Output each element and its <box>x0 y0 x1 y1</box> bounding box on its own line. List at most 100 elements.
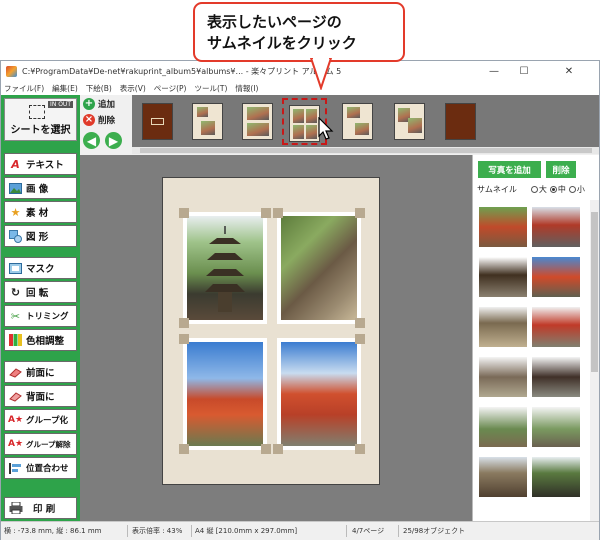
close-button[interactable]: ✕ <box>539 61 599 81</box>
page-thumbnail-strip <box>132 95 599 147</box>
menu-page[interactable]: ページ(P) <box>154 83 187 94</box>
page-thumbnail[interactable] <box>394 103 425 140</box>
page-thumbnail[interactable] <box>242 103 273 140</box>
ungroup-button[interactable]: A★ グループ解除 <box>4 433 77 455</box>
photo-thumbnail[interactable] <box>532 407 580 447</box>
page-thumbnail[interactable] <box>192 103 223 140</box>
star-icon: ★ <box>10 205 21 219</box>
photo-thumbnail[interactable] <box>532 357 580 397</box>
page-thumbnail[interactable] <box>142 103 173 140</box>
photo-frame[interactable] <box>183 338 267 450</box>
mask-tool-button[interactable]: マスク <box>4 257 77 279</box>
photo-thumbnail[interactable] <box>532 257 580 297</box>
app-icon <box>6 65 17 77</box>
status-separator <box>191 525 192 537</box>
size-medium-radio[interactable] <box>549 185 557 193</box>
maximize-button[interactable]: ☐ <box>509 61 539 81</box>
print-button[interactable]: 印 刷 <box>4 497 77 519</box>
photo-corner-decoration <box>355 318 365 328</box>
photo-thumbnail[interactable] <box>479 307 527 347</box>
menu-edit[interactable]: 編集(E) <box>52 83 78 94</box>
prev-page-button[interactable]: ◀ <box>83 132 100 149</box>
photo-panel-scrollbar-thumb[interactable] <box>591 212 598 372</box>
shape-tool-label: 図 形 <box>26 232 49 243</box>
menu-background[interactable]: 下絵(B) <box>86 83 112 94</box>
menu-view[interactable]: 表示(V) <box>120 83 146 94</box>
photo-thumbnail[interactable] <box>479 457 527 497</box>
photo-corner-decoration <box>179 334 189 344</box>
image-tool-button[interactable]: 画 像 <box>4 177 77 199</box>
sheet-select-button[interactable]: IN OUT シートを選択 <box>4 98 77 141</box>
photo-thumbnail[interactable] <box>479 407 527 447</box>
text-tool-button[interactable]: A テキスト <box>4 153 77 175</box>
photo-thumbnail[interactable] <box>532 207 580 247</box>
thumbnail-photo <box>197 107 208 117</box>
minimize-button[interactable]: — <box>479 61 509 81</box>
photo-frame[interactable] <box>183 212 267 324</box>
align-label: 位置合わせ <box>26 464 69 474</box>
selection-icon <box>29 105 45 119</box>
status-objects: 25/98オブジェクト <box>403 527 466 535</box>
ungroup-icon: A★ <box>7 439 24 449</box>
group-button[interactable]: A★ グループ化 <box>4 409 77 431</box>
photo-thumbnail[interactable] <box>532 457 580 497</box>
material-tool-button[interactable]: ★ 素 材 <box>4 201 77 223</box>
mask-tool-label: マスク <box>26 264 55 275</box>
bring-front-button[interactable]: 前面に <box>4 361 77 383</box>
group-icon: A★ <box>7 415 24 425</box>
printer-icon <box>9 502 23 515</box>
window-title: C:¥ProgramData¥De-net¥rakuprint_album5¥a… <box>22 66 342 76</box>
photo-corner-decoration <box>355 334 365 344</box>
app-window: C:¥ProgramData¥De-net¥rakuprint_album5¥a… <box>0 60 600 540</box>
photo-red-pagoda <box>281 342 357 446</box>
add-page-button[interactable]: + 追加 <box>83 97 127 111</box>
delete-icon: × <box>83 114 95 126</box>
cover-label-frame <box>151 118 164 125</box>
page-thumbnail-selected[interactable] <box>289 105 320 142</box>
photo-thumbnail[interactable] <box>532 307 580 347</box>
shape-tool-button[interactable]: 図 形 <box>4 225 77 247</box>
menu-info[interactable]: 情報(I) <box>235 83 258 94</box>
send-back-button[interactable]: 背面に <box>4 385 77 407</box>
size-large-radio[interactable] <box>530 185 538 193</box>
menu-tools[interactable]: ツール(T) <box>194 83 227 94</box>
photo-panel-scrollbar[interactable] <box>590 200 599 521</box>
page-thumbnail[interactable] <box>342 103 373 140</box>
strip-scrollbar[interactable] <box>132 147 599 154</box>
color-adjust-tool-button[interactable]: 色相調整 <box>4 329 77 351</box>
thumbnail-photo <box>306 125 317 139</box>
photo-corner-decoration <box>355 444 365 454</box>
plus-icon: + <box>83 98 95 110</box>
thumbnail-photo <box>347 107 360 118</box>
pagoda-silhouette <box>205 226 245 312</box>
album-page[interactable] <box>162 177 380 485</box>
status-zoom: 表示倍率 : 43% <box>132 527 183 535</box>
size-medium-label: 中 <box>557 184 566 194</box>
photo-thumbnail[interactable] <box>479 257 527 297</box>
editing-canvas[interactable] <box>80 155 472 521</box>
size-small-radio[interactable] <box>568 185 576 193</box>
strip-scrollbar-thumb[interactable] <box>140 148 592 153</box>
photo-frame[interactable] <box>277 212 361 324</box>
delete-photo-button[interactable]: 削除 <box>546 161 576 178</box>
status-separator <box>127 525 128 537</box>
rotate-tool-button[interactable]: ↻ 回 転 <box>4 281 77 303</box>
photo-thumbnail[interactable] <box>479 207 527 247</box>
thumbnail-photo <box>293 109 304 123</box>
page-thumbnail[interactable] <box>445 103 476 140</box>
thumbnail-photo <box>355 123 369 135</box>
status-page: 4/7ページ <box>352 527 385 535</box>
trim-tool-button[interactable]: ✂ トリミング <box>4 305 77 327</box>
photo-red-gate <box>187 342 263 446</box>
color-adjust-tool-label: 色相調整 <box>26 336 65 347</box>
photo-corner-decoration <box>261 208 271 218</box>
delete-page-button[interactable]: × 削除 <box>83 113 127 127</box>
photo-thumbnail[interactable] <box>479 357 527 397</box>
add-photo-button[interactable]: 写真を追加 <box>478 161 541 178</box>
menu-file[interactable]: ファイル(F) <box>4 83 44 94</box>
align-button[interactable]: 位置合わせ <box>4 457 77 479</box>
photo-frame[interactable] <box>277 338 361 450</box>
thumbnail-size-label: サムネイル <box>477 184 517 194</box>
text-icon: A <box>11 157 20 171</box>
next-page-button[interactable]: ▶ <box>105 132 122 149</box>
